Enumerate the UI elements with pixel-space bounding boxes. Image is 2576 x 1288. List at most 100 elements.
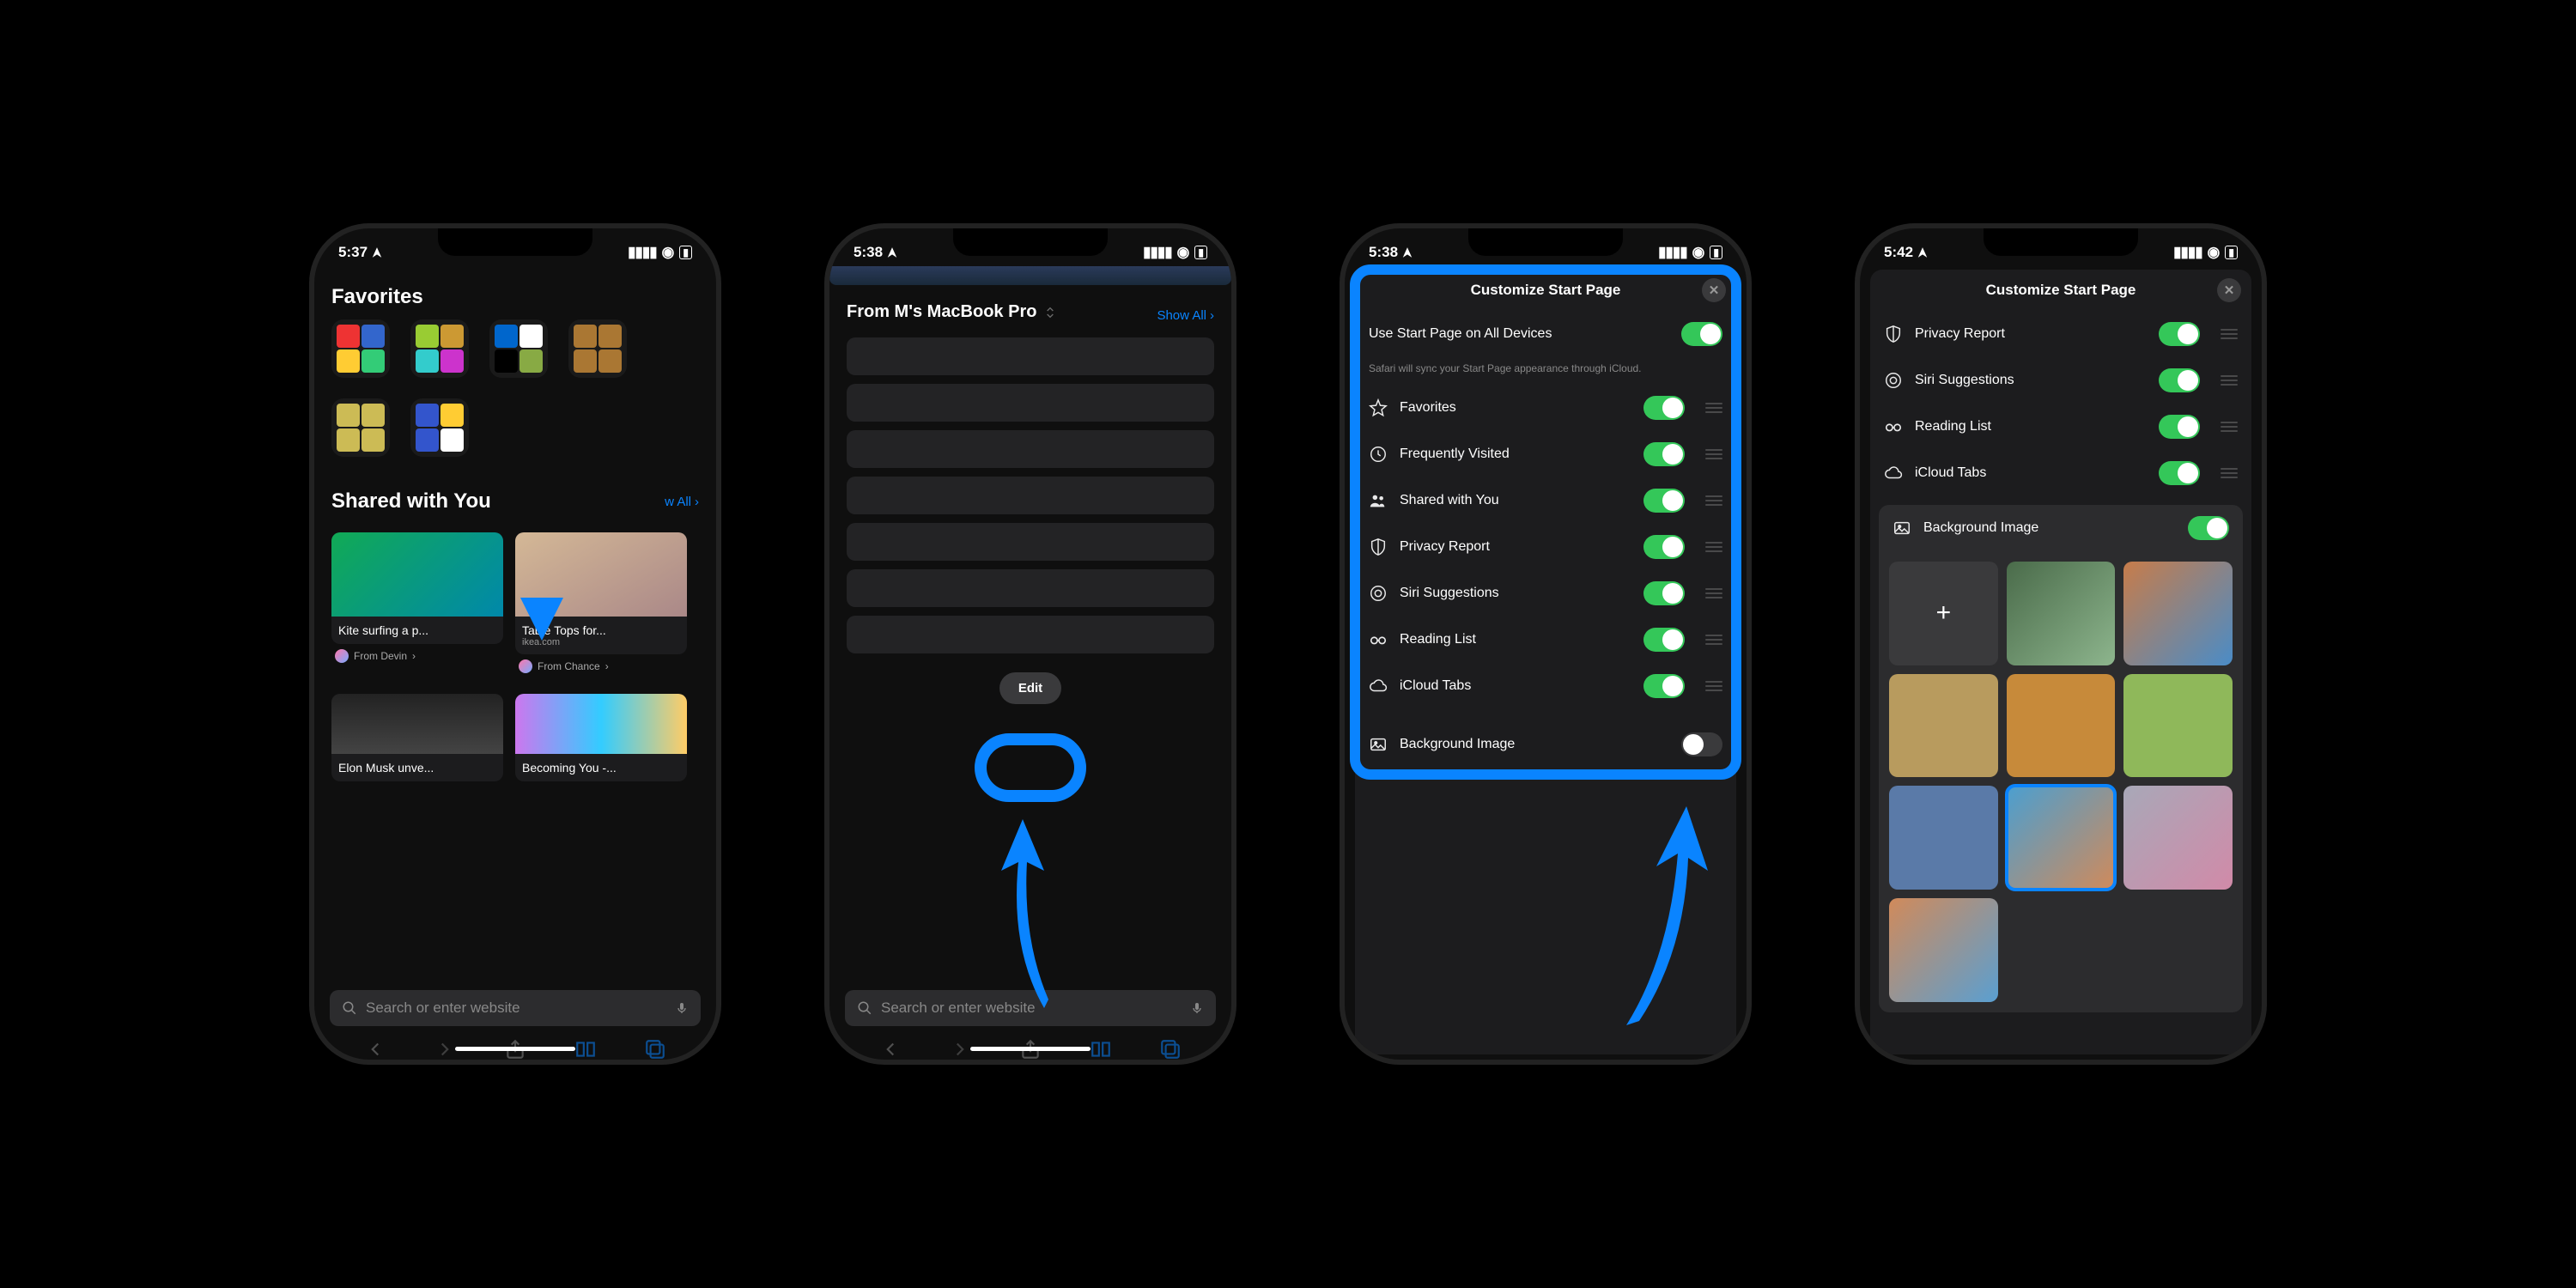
star-icon (1369, 398, 1388, 417)
bg-label: Background Image (1923, 520, 2176, 536)
section-toggle[interactable] (1643, 674, 1685, 698)
section-toggle[interactable] (1643, 581, 1685, 605)
reorder-handle-icon[interactable] (1705, 681, 1722, 691)
background-grid: + (1879, 551, 2243, 1012)
background-option[interactable] (1889, 674, 1998, 778)
show-all-link[interactable]: w All› (665, 495, 699, 509)
device-section-header[interactable]: From M's MacBook Pro (847, 302, 1057, 322)
section-toggle[interactable] (1643, 489, 1685, 513)
phone-1-start-page: 5:37 ▮▮▮▮ ◉ ▮ Favorites Shared with You … (309, 223, 721, 1065)
tab-row-blurred[interactable] (847, 569, 1214, 607)
location-icon (1917, 246, 1929, 258)
forward-icon (949, 1038, 971, 1060)
back-icon[interactable] (364, 1038, 386, 1060)
shield-icon (1369, 538, 1388, 556)
mic-icon[interactable] (675, 999, 689, 1017)
shared-from[interactable]: From Chance› (519, 659, 683, 673)
bg-toggle[interactable] (2188, 516, 2229, 540)
chevron-right-icon: › (412, 650, 416, 662)
close-icon: ✕ (1709, 283, 1720, 298)
shared-heading: Shared with You (331, 489, 491, 513)
section-toggle[interactable] (1643, 442, 1685, 466)
background-option[interactable] (2123, 562, 2233, 665)
bookmarks-icon[interactable] (1090, 1038, 1112, 1060)
shared-card[interactable]: Becoming You -... (515, 694, 687, 781)
background-option[interactable] (1889, 898, 1998, 1002)
edit-button[interactable]: Edit (999, 672, 1061, 704)
section-row-siri-suggestions: Siri Suggestions (1355, 570, 1736, 617)
background-option[interactable] (1889, 786, 1998, 890)
reorder-handle-icon[interactable] (1705, 588, 1722, 598)
status-time: 5:38 (1369, 244, 1398, 261)
favorite-folder[interactable] (331, 398, 390, 457)
bookmarks-icon[interactable] (574, 1038, 597, 1060)
modal-title: Customize Start Page (1471, 282, 1621, 299)
annotation-highlight-ring (975, 733, 1086, 802)
back-icon[interactable] (879, 1038, 902, 1060)
shared-card[interactable]: Kite surfing a p... (331, 532, 503, 644)
glasses-icon (1369, 630, 1388, 649)
tab-row-blurred[interactable] (847, 430, 1214, 468)
shared-from[interactable]: From Devin› (335, 649, 500, 663)
background-option[interactable] (2007, 786, 2116, 890)
section-label: Reading List (1400, 632, 1631, 647)
shared-card[interactable]: Elon Musk unve... (331, 694, 503, 781)
section-toggle[interactable] (2159, 415, 2200, 439)
section-toggle[interactable] (1643, 396, 1685, 420)
favorite-folder[interactable] (410, 398, 469, 457)
glasses-icon (1884, 417, 1903, 436)
tabs-icon[interactable] (1159, 1038, 1182, 1060)
home-indicator[interactable] (970, 1047, 1091, 1051)
tab-row-blurred[interactable] (847, 616, 1214, 653)
section-row-privacy-report: Privacy Report (1355, 524, 1736, 570)
search-icon (342, 1000, 357, 1016)
reorder-handle-icon[interactable] (2221, 329, 2238, 339)
section-toggle[interactable] (2159, 322, 2200, 346)
reorder-handle-icon[interactable] (1705, 542, 1722, 552)
card-title: Elon Musk unve... (338, 761, 496, 775)
section-label: Frequently Visited (1400, 447, 1631, 462)
section-toggle[interactable] (2159, 461, 2200, 485)
add-background-button[interactable]: + (1889, 562, 1998, 665)
background-image-row: Background Image (1355, 721, 1736, 768)
search-input[interactable]: Search or enter website (330, 990, 701, 1026)
tab-row-blurred[interactable] (847, 384, 1214, 422)
updown-icon (1043, 306, 1057, 319)
close-button[interactable]: ✕ (2217, 278, 2241, 302)
cloud-icon (1369, 677, 1388, 696)
background-option[interactable] (2123, 786, 2233, 890)
home-indicator[interactable] (455, 1047, 575, 1051)
reorder-handle-icon[interactable] (2221, 468, 2238, 478)
favorite-folder[interactable] (410, 319, 469, 378)
mic-icon[interactable] (1190, 999, 1204, 1017)
reorder-handle-icon[interactable] (1705, 495, 1722, 506)
close-button[interactable]: ✕ (1702, 278, 1726, 302)
tab-row-blurred[interactable] (847, 523, 1214, 561)
bottom-toolbar (314, 1026, 716, 1065)
section-toggle[interactable] (1643, 628, 1685, 652)
reorder-handle-icon[interactable] (1705, 403, 1722, 413)
sync-toggle[interactable] (1681, 322, 1722, 346)
location-icon (371, 246, 383, 258)
tab-row-blurred[interactable] (847, 337, 1214, 375)
favorite-folder[interactable] (568, 319, 627, 378)
background-option[interactable] (2007, 562, 2116, 665)
favorite-folder[interactable] (331, 319, 390, 378)
favorite-folder[interactable] (489, 319, 548, 378)
reorder-handle-icon[interactable] (1705, 449, 1722, 459)
tabs-icon[interactable] (644, 1038, 666, 1060)
reorder-handle-icon[interactable] (2221, 422, 2238, 432)
reorder-handle-icon[interactable] (1705, 635, 1722, 645)
section-row-shared-with-you: Shared with You (1355, 477, 1736, 524)
bg-toggle[interactable] (1681, 732, 1722, 756)
reorder-handle-icon[interactable] (2221, 375, 2238, 386)
section-toggle[interactable] (1643, 535, 1685, 559)
annotation-arrow-up-curved (1618, 785, 1712, 1025)
tab-row-blurred[interactable] (847, 477, 1214, 514)
background-option[interactable] (2123, 674, 2233, 778)
section-toggle[interactable] (2159, 368, 2200, 392)
section-row-icloud-tabs: iCloud Tabs (1870, 450, 2251, 496)
customize-modal: Customize Start Page ✕ Privacy ReportSir… (1870, 270, 2251, 1054)
show-all-link[interactable]: Show All› (1157, 308, 1214, 323)
background-option[interactable] (2007, 674, 2116, 778)
